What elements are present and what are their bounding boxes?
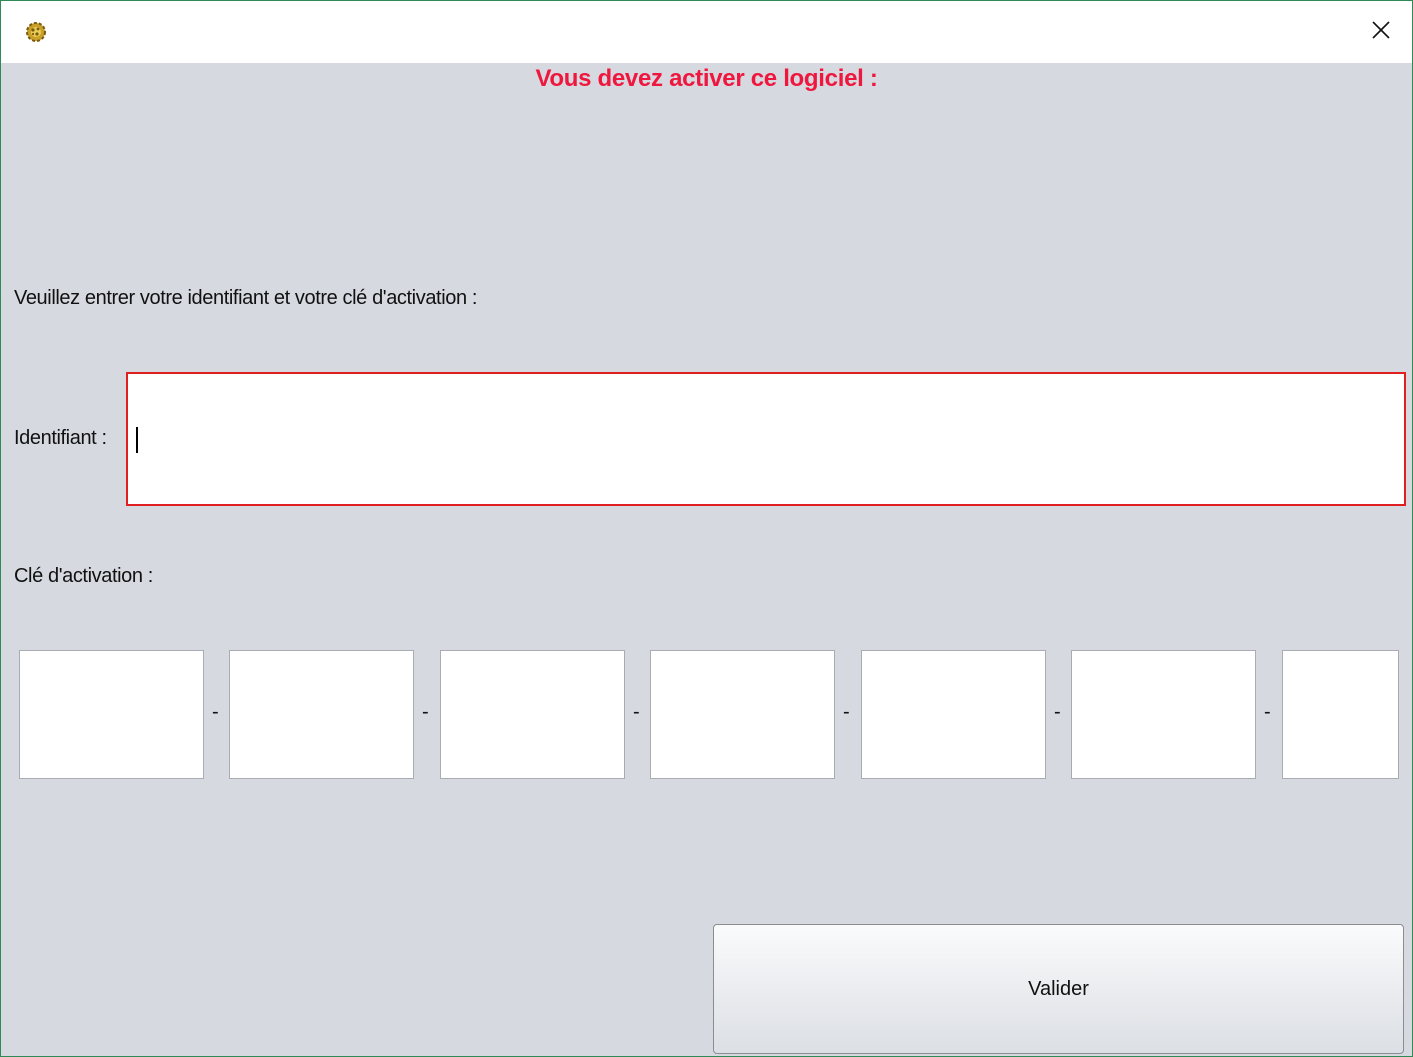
activation-heading: Vous devez activer ce logiciel : — [535, 65, 878, 92]
activation-key-segment-3[interactable] — [440, 650, 625, 779]
app-gear-icon — [25, 21, 47, 43]
close-icon — [1371, 20, 1391, 45]
title-bar — [1, 1, 1412, 63]
identifiant-input[interactable] — [126, 372, 1406, 506]
close-button[interactable] — [1350, 1, 1412, 63]
instruction-text: Veuillez entrer votre identifiant et vot… — [14, 287, 478, 309]
activation-key-segment-2[interactable] — [229, 650, 414, 779]
activation-key-segment-4[interactable] — [650, 650, 835, 779]
activation-key-segment-7[interactable] — [1282, 650, 1399, 779]
valider-button[interactable]: Valider — [713, 924, 1404, 1054]
activation-dialog: Vous devez activer ce logiciel : Veuille… — [0, 0, 1413, 1057]
key-separator: - — [633, 701, 640, 723]
key-separator: - — [843, 701, 850, 723]
key-separator: - — [1054, 701, 1061, 723]
identifiant-label: Identifiant : — [14, 427, 107, 449]
activation-key-label: Clé d'activation : — [14, 565, 153, 587]
activation-key-segment-1[interactable] — [19, 650, 204, 779]
key-separator: - — [212, 701, 219, 723]
activation-key-segment-5[interactable] — [861, 650, 1046, 779]
text-caret — [136, 427, 138, 453]
key-separator: - — [422, 701, 429, 723]
activation-key-segment-6[interactable] — [1071, 650, 1256, 779]
key-separator: - — [1264, 701, 1271, 723]
valider-button-label: Valider — [1028, 977, 1089, 1000]
